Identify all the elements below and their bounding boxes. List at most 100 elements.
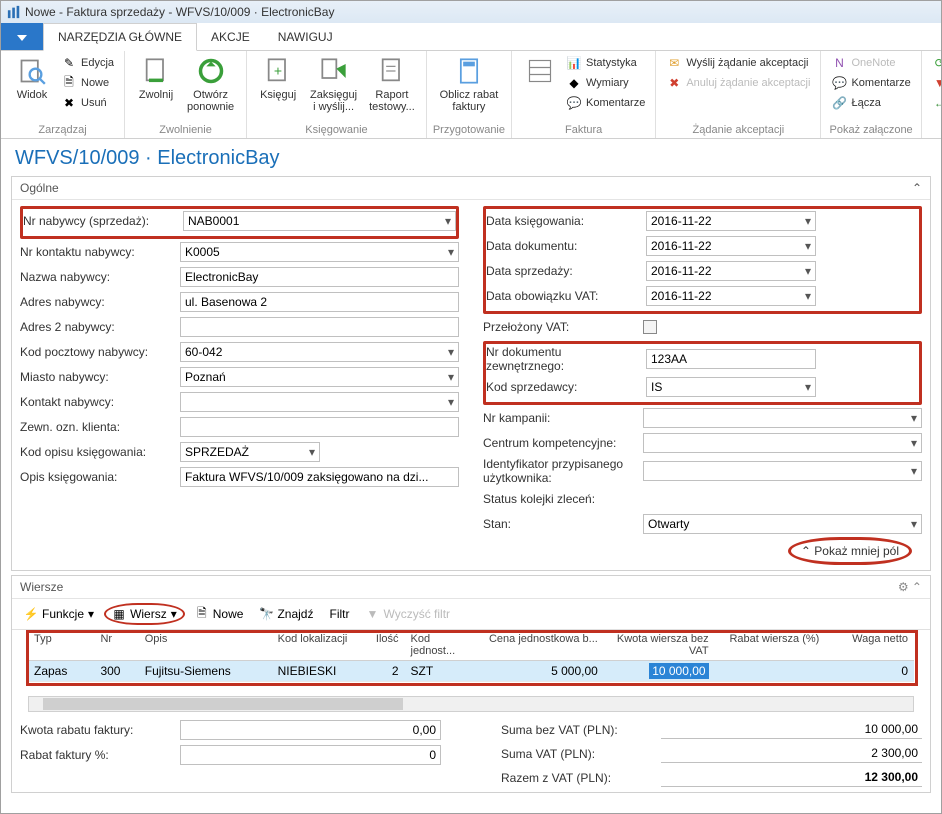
- tab-actions[interactable]: AKCJE: [197, 23, 264, 50]
- attach-comments-button[interactable]: 💬Komentarze: [827, 73, 914, 93]
- postponed-vat-checkbox[interactable]: [643, 320, 657, 334]
- refresh-icon: ⟳: [932, 55, 941, 71]
- file-tab[interactable]: [1, 23, 43, 50]
- vat-date-field[interactable]: 2016-11-22▾: [646, 286, 816, 306]
- binoculars-icon: 🔭: [259, 607, 273, 621]
- show-less-fields-button[interactable]: ⌃ Pokaż mniej pól: [788, 537, 912, 565]
- reopen-button[interactable]: Otwórz ponownie: [181, 53, 240, 115]
- state-field[interactable]: Otwarty▾: [643, 514, 922, 534]
- address2-field[interactable]: [180, 317, 459, 337]
- chevron-up-icon: ⌃: [912, 181, 922, 195]
- report-icon: [376, 55, 408, 87]
- delete-icon: ✖: [61, 95, 77, 111]
- table-row[interactable]: Zapas 300 Fujitsu-Siemens NIEBIESKI 2 SZ…: [28, 661, 914, 682]
- gear-icon[interactable]: ⚙ ⌃: [898, 580, 922, 594]
- line-clear-filter-button[interactable]: ▼Wyczyść filtr: [359, 605, 456, 623]
- refresh-button[interactable]: ⟳O: [928, 53, 941, 73]
- buyer-no-label: Nr nabywcy (sprzedaż):: [23, 214, 183, 228]
- sale-date-field[interactable]: 2016-11-22▾: [646, 261, 816, 281]
- contact-field[interactable]: ▾: [180, 392, 459, 412]
- doc-new-icon: 🗎: [195, 607, 209, 621]
- post-send-button[interactable]: Zaksięguj i wyślij...: [303, 53, 364, 115]
- edit-button[interactable]: ✎Edycja: [57, 53, 118, 73]
- reopen-icon: [195, 55, 227, 87]
- tab-main-tools[interactable]: NARZĘDZIA GŁÓWNE: [43, 23, 197, 51]
- doc-date-field[interactable]: 2016-11-22▾: [646, 236, 816, 256]
- release-icon: [140, 55, 172, 87]
- grid-icon: ▦: [112, 607, 126, 621]
- tab-strip: NARZĘDZIA GŁÓWNE AKCJE NAWIGUJ: [1, 23, 941, 51]
- city-field[interactable]: Poznań▾: [180, 367, 459, 387]
- comments-button[interactable]: 💬Komentarze: [562, 93, 649, 113]
- ribbon-group-posting: Księgowanie: [253, 123, 420, 137]
- calc-discount-button[interactable]: Oblicz rabat faktury: [433, 53, 505, 115]
- lines-grid[interactable]: Typ Nr Opis Kod lokalizacji Ilość Kod je…: [28, 630, 914, 682]
- tab-navigate[interactable]: NAWIGUJ: [264, 23, 347, 50]
- postdesc-code-field[interactable]: SPRZEDAŻ▾: [180, 442, 320, 462]
- line-row-button[interactable]: ▦Wiersz ▾: [104, 603, 185, 625]
- posting-date-field[interactable]: 2016-11-22▾: [646, 211, 816, 231]
- line-new-button[interactable]: 🗎Nowe: [189, 605, 250, 623]
- chevron-down-icon: ▾: [445, 214, 451, 228]
- inv-discount-pct-field[interactable]: 0: [180, 745, 441, 765]
- extdoc-field[interactable]: 123AA: [646, 349, 816, 369]
- line-find-button[interactable]: 🔭Znajdź: [253, 605, 319, 623]
- assigned-field[interactable]: ▾: [643, 461, 922, 481]
- svg-text:+: +: [274, 63, 282, 79]
- campaign-field[interactable]: ▾: [643, 408, 922, 428]
- cancel-approval-button[interactable]: ✖Anuluj żądanie akceptacji: [662, 73, 814, 93]
- sum-excl-value: 10 000,00: [661, 720, 922, 739]
- dimensions-button[interactable]: ◆Wymiary: [562, 73, 649, 93]
- inv-discount-amt-field[interactable]: 0,00: [180, 720, 441, 740]
- cancel-icon: ✖: [666, 75, 682, 91]
- filter-clear-icon: ▼: [932, 75, 941, 91]
- line-filter-button[interactable]: Filtr: [323, 605, 355, 623]
- buyer-no-field[interactable]: NAB0001▾: [183, 211, 456, 231]
- postdesc-field[interactable]: Faktura WFVS/10/009 zaksięgowano na dzi.…: [180, 467, 459, 487]
- ribbon-group-release: Zwolnienie: [131, 123, 240, 137]
- buyer-name-field[interactable]: ElectronicBay: [180, 267, 459, 287]
- fasttab-general-header[interactable]: Ogólne ⌃: [12, 177, 930, 200]
- delete-button[interactable]: ✖Usuń: [57, 93, 118, 113]
- ribbon-group-invoice: Faktura: [518, 123, 649, 137]
- test-report-button[interactable]: Raport testowy...: [364, 53, 420, 115]
- view-button[interactable]: Widok: [7, 53, 57, 103]
- window-title: Nowe - Faktura sprzedaży - WFVS/10/009 ·…: [25, 5, 334, 19]
- calculator-icon: [453, 55, 485, 87]
- queue-field: [643, 489, 922, 509]
- extcust-field[interactable]: [180, 417, 459, 437]
- eye-icon: [16, 55, 48, 87]
- send-approval-button[interactable]: ✉Wyślij żądanie akceptacji: [662, 53, 814, 73]
- new-button[interactable]: 🗎Nowe: [57, 73, 118, 93]
- filter-clear-icon: ▼: [365, 607, 379, 621]
- salesperson-field[interactable]: IS▾: [646, 377, 816, 397]
- release-button[interactable]: Zwolnij: [131, 53, 181, 103]
- comment-icon: 💬: [566, 95, 582, 111]
- horizontal-scrollbar[interactable]: [28, 696, 914, 712]
- doc-new-icon: 🗎: [61, 75, 77, 91]
- fasttab-lines-header[interactable]: Wiersze ⚙ ⌃: [12, 576, 930, 599]
- dimensions-icon: ◆: [566, 75, 582, 91]
- statistics-button[interactable]: 📊Statystyka: [562, 53, 649, 73]
- sum-vat-value: 2 300,00: [661, 744, 922, 763]
- clear-filter-button[interactable]: ▼W: [928, 73, 941, 93]
- address-field[interactable]: ul. Basenowa 2: [180, 292, 459, 312]
- prev-button[interactable]: ←P: [928, 93, 941, 113]
- onenote-button[interactable]: NOneNote: [827, 53, 914, 73]
- title-bar: Nowe - Faktura sprzedaży - WFVS/10/009 ·…: [1, 1, 941, 23]
- respcenter-field[interactable]: ▾: [643, 433, 922, 453]
- line-functions-button[interactable]: ⚡Funkcje ▾: [18, 605, 100, 623]
- pencil-icon: ✎: [61, 55, 77, 71]
- postcode-field[interactable]: 60-042▾: [180, 342, 459, 362]
- sum-incl-value: 12 300,00: [661, 768, 922, 787]
- fasttab-lines: Wiersze ⚙ ⌃ ⚡Funkcje ▾ ▦Wiersz ▾ 🗎Nowe 🔭…: [11, 575, 931, 793]
- page-title: WFVS/10/009 · ElectronicBay: [1, 139, 941, 176]
- ribbon-group-attach: Pokaż załączone: [827, 123, 914, 137]
- links-button[interactable]: 🔗Łącza: [827, 93, 914, 113]
- ribbon: Widok ✎Edycja 🗎Nowe ✖Usuń Zarządzaj Zwol…: [1, 51, 941, 139]
- post-button[interactable]: +Księguj: [253, 53, 303, 103]
- ribbon-group-manage: Zarządzaj: [7, 123, 118, 137]
- contact-no-field[interactable]: K0005▾: [180, 242, 459, 262]
- app-icon: [7, 5, 21, 19]
- bolt-icon: ⚡: [24, 607, 38, 621]
